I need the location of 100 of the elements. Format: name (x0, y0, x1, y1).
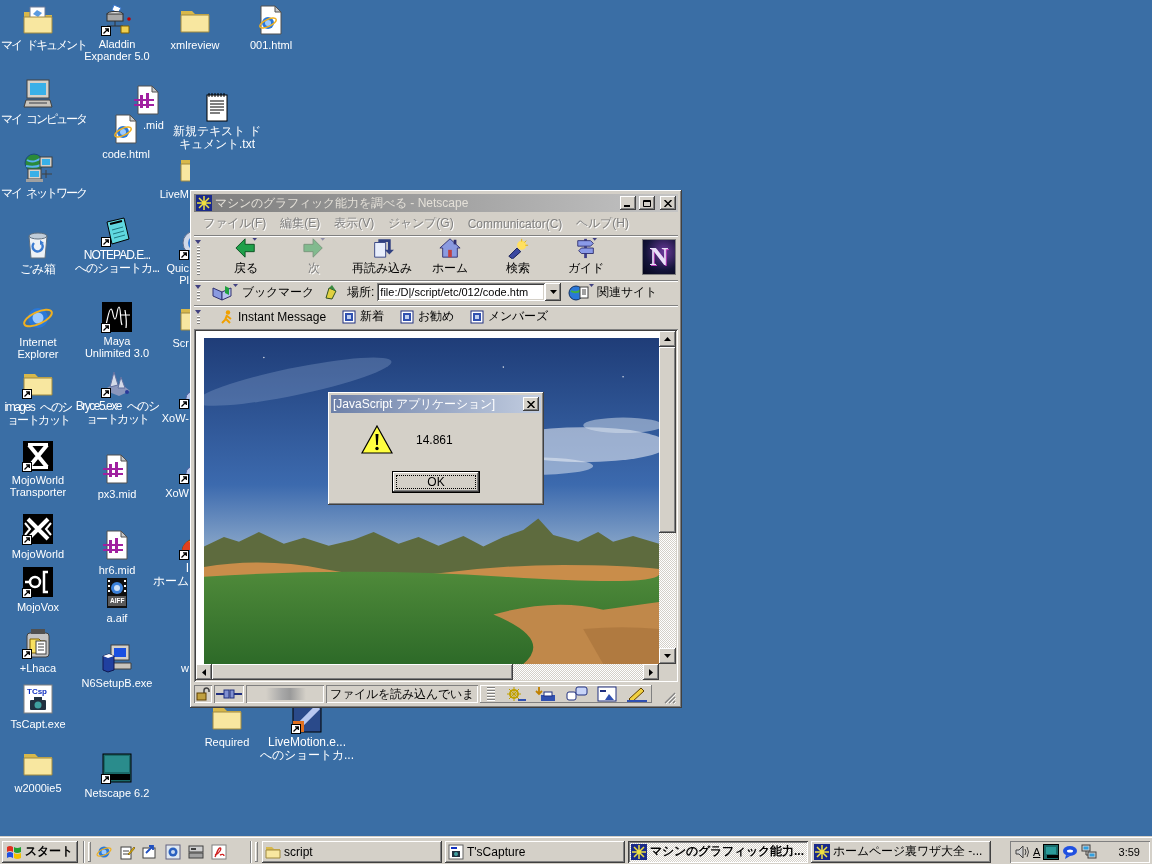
icon-label[interactable]: XoW (165, 487, 189, 499)
scroll-down-button[interactable] (659, 648, 676, 664)
icon-label[interactable]: Internet Explorer (17, 336, 59, 360)
toolbar-grip[interactable] (195, 239, 202, 276)
scroll-right-button[interactable] (643, 664, 659, 680)
icon-label[interactable]: Bryce5.exe へのショートカット (74, 400, 160, 426)
scrollbar-thumb[interactable] (212, 664, 513, 680)
scroll-up-button[interactable] (659, 331, 676, 347)
nav-button[interactable]: 検索 (484, 237, 552, 277)
nav-button[interactable]: ホーム (416, 237, 484, 277)
ok-button[interactable]: OK (392, 471, 480, 493)
icon-label[interactable]: MojoVox (16, 601, 60, 613)
maximize-button[interactable] (639, 196, 655, 210)
app-tile-icon[interactable] (1043, 843, 1060, 860)
minimize-button[interactable] (620, 196, 636, 210)
icon-label[interactable]: a.aif (106, 612, 128, 624)
icon-label[interactable]: xmlreview (170, 39, 220, 51)
personal-toolbar-button[interactable]: お勧め (398, 307, 457, 326)
icon-label[interactable]: NOTEPAD.E... へのショートカ... (75, 249, 159, 275)
icon-label[interactable]: +Lhaca (19, 662, 57, 674)
taskbar-button[interactable]: script (262, 840, 442, 863)
picture-document-icon[interactable] (596, 686, 617, 702)
taskbar-button[interactable]: T'sCapture (445, 840, 625, 863)
icon-label[interactable]: w2000ie5 (14, 782, 62, 794)
toolbar-grip[interactable] (255, 841, 258, 862)
drive-icon[interactable] (187, 843, 204, 860)
icon-label[interactable]: LiveMotion.e... へのショートカ... (260, 736, 354, 762)
personal-toolbar-button[interactable]: Instant Message (218, 307, 329, 326)
crossed-bars-icon[interactable] (22, 513, 54, 545)
nav-button[interactable]: 再読み込み (348, 237, 416, 277)
icon-label[interactable]: マイ コンピュータ (1, 113, 87, 126)
icon-label[interactable]: TsCapt.exe (10, 718, 66, 730)
scribble-logo-icon[interactable] (101, 301, 133, 333)
icon-label[interactable]: 新規テキスト ドキュメント.txt (171, 125, 263, 151)
icon-label[interactable]: LiveM (159, 188, 189, 200)
taskbar-button[interactable]: ホームページ裏ワザ大全 -... (811, 840, 991, 863)
icon-label[interactable]: px3.mid (97, 488, 137, 500)
ring-bracket-icon[interactable] (22, 566, 54, 598)
icon-label[interactable]: Maya Unlimited 3.0 (84, 335, 150, 359)
icon-label[interactable]: code.html (102, 148, 150, 160)
toolbar-grip[interactable] (195, 309, 202, 325)
icon-label[interactable]: .mid (143, 119, 164, 131)
close-button[interactable] (660, 196, 676, 210)
icon-label[interactable]: Scr (172, 337, 189, 349)
speaker-icon[interactable] (1014, 843, 1030, 860)
notepad-pen-icon[interactable] (118, 843, 135, 860)
scrollbar-thumb[interactable] (659, 347, 676, 534)
icon-label[interactable]: XoW- (161, 412, 189, 424)
toolbar-grip[interactable] (195, 284, 202, 301)
document-folder-icon[interactable] (22, 4, 54, 36)
chat-bubble-icon[interactable] (1062, 843, 1079, 860)
icon-label[interactable]: マイ ドキュメント (1, 39, 87, 52)
icon-label[interactable]: Netscape 6.2 (84, 787, 150, 799)
icon-label[interactable]: images へのショートカット (2, 401, 74, 427)
hourglass-logo-icon[interactable] (22, 440, 54, 472)
start-button[interactable]: スタート (2, 840, 78, 863)
nav-button[interactable]: 戻る (212, 237, 280, 277)
computer-box-icon[interactable] (101, 642, 133, 674)
toolbar-grip[interactable] (88, 841, 91, 862)
personal-toolbar-button[interactable]: 新着 (340, 307, 387, 326)
inbox-icon[interactable] (534, 686, 557, 702)
close-button[interactable] (523, 397, 539, 411)
camera-icon[interactable] (22, 683, 54, 715)
starburst-icon (196, 195, 212, 211)
ring-icon[interactable] (164, 843, 181, 860)
icon-label[interactable]: MojoWorld Transporter (9, 474, 67, 498)
icon-label[interactable]: MojoWorld (11, 548, 65, 560)
ime-mode-indicator[interactable]: A (1033, 845, 1041, 858)
resize-grip[interactable] (664, 692, 676, 704)
swirl-icon[interactable] (210, 843, 227, 860)
network-icon[interactable] (1081, 843, 1098, 860)
icon-label[interactable]: I ホーム (153, 562, 189, 588)
icon-label[interactable]: Required (204, 736, 250, 748)
related-button[interactable]: 関連サイト (565, 282, 661, 302)
icon-label[interactable]: hr6.mid (98, 564, 136, 576)
app-tile-icon[interactable] (101, 752, 133, 784)
dropdown-button[interactable] (545, 283, 562, 301)
location-field[interactable]: file:/D|/script/etc/012/code.htm (377, 283, 546, 301)
icon-label[interactable]: マイ ネットワーク (1, 187, 87, 200)
icon-label[interactable]: w (181, 662, 189, 674)
bookmarks-button[interactable]: ブックマーク (208, 282, 317, 302)
diagonal-tile-icon[interactable] (291, 708, 323, 734)
icon-label[interactable]: Aladdin Expander 5.0 (84, 38, 150, 62)
close-icon (664, 199, 672, 207)
icon-label[interactable]: 001.html (249, 39, 293, 51)
toolbar-grip[interactable] (486, 687, 495, 701)
icon-label[interactable]: ごみ箱 (20, 263, 56, 276)
taskbar-button[interactable]: マシンのグラフィック能力... (628, 840, 808, 863)
page-tag-icon[interactable] (323, 284, 339, 300)
personal-toolbar-button[interactable]: メンバーズ (468, 307, 551, 326)
send-arrow-icon[interactable] (141, 843, 158, 860)
scroll-left-button[interactable] (196, 664, 212, 680)
icon-label[interactable]: N6SetupB.exe (81, 677, 153, 689)
computer-icon[interactable] (22, 78, 54, 110)
nav-button[interactable]: ガイド (552, 237, 620, 277)
pen-icon[interactable] (625, 686, 648, 702)
network-computers-icon[interactable] (22, 152, 54, 184)
chat-bubbles-icon[interactable] (565, 686, 588, 702)
icon-label[interactable]: Quic Pl (166, 262, 189, 286)
logo-button[interactable]: N (642, 239, 676, 275)
